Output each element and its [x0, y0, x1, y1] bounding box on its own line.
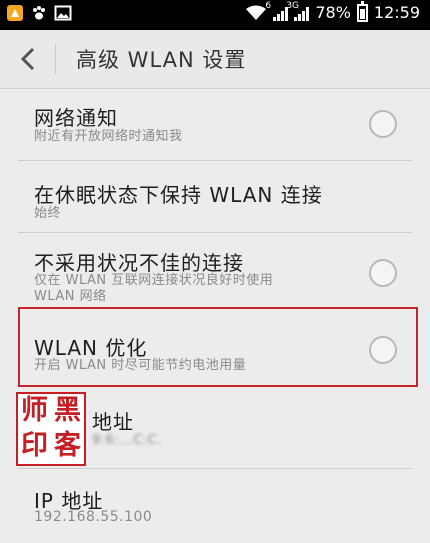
paw-icon	[33, 6, 45, 20]
setting-network-notification[interactable]: 网络通知 附近有开放网络时通知我	[0, 88, 430, 158]
setting-keep-wlan-on-sleep[interactable]: 在休眠状态下保持 WLAN 连接 始终	[0, 161, 430, 231]
clock: 12:59	[373, 3, 420, 22]
setting-ip-address: IP 地址 192.168.55.100	[0, 469, 430, 543]
setting-avoid-poor-connections[interactable]: 不采用状况不佳的连接 仅在 WLAN 互联网连接状况良好时使用 WLAN 网络	[0, 233, 430, 305]
setting-subtitle: 192.168.55.100	[34, 509, 153, 525]
stamp-char: 客	[54, 430, 81, 461]
header-divider	[55, 44, 56, 74]
signal-3g-icon: 3G	[286, 1, 310, 21]
setting-subtitle: 9:6:...C:C.	[92, 433, 162, 448]
status-bar: 6 3G 78% 12:59	[0, 0, 430, 30]
battery-icon	[356, 0, 368, 22]
page-title: 高级 WLAN 设置	[76, 48, 247, 72]
setting-subtitle: 附近有开放网络时通知我	[34, 129, 183, 144]
setting-subtitle: 仅在 WLAN 互联网连接状况良好时使用	[34, 273, 274, 288]
wifi-icon	[246, 5, 267, 20]
setting-subtitle: 开启 WLAN 时尽可能节约电池用量	[34, 358, 247, 373]
setting-subtitle: WLAN 网络	[34, 289, 107, 304]
radio-toggle[interactable]	[369, 259, 397, 287]
setting-wlan-optimization[interactable]: WLAN 优化 开启 WLAN 时尽可能节约电池用量	[0, 309, 430, 385]
radio-toggle[interactable]	[369, 336, 397, 364]
back-arrow-icon[interactable]	[14, 44, 44, 74]
battery-percent: 78%	[315, 3, 351, 22]
radio-toggle[interactable]	[369, 110, 397, 138]
image-icon	[54, 5, 72, 21]
setting-title: 地址	[92, 410, 134, 434]
stamp-char: 黑	[54, 395, 81, 426]
setting-title: 网络通知	[34, 106, 118, 130]
setting-subtitle: 始终	[34, 206, 62, 221]
setting-title: 在休眠状态下保持 WLAN 连接	[34, 183, 323, 207]
stamp-char: 印	[21, 430, 48, 461]
app-header: 高级 WLAN 设置	[0, 30, 430, 89]
stamp-char: 师	[21, 395, 48, 426]
rabbit-icon	[7, 5, 23, 21]
watermark-stamp: 师 黑 印 客	[16, 392, 86, 466]
